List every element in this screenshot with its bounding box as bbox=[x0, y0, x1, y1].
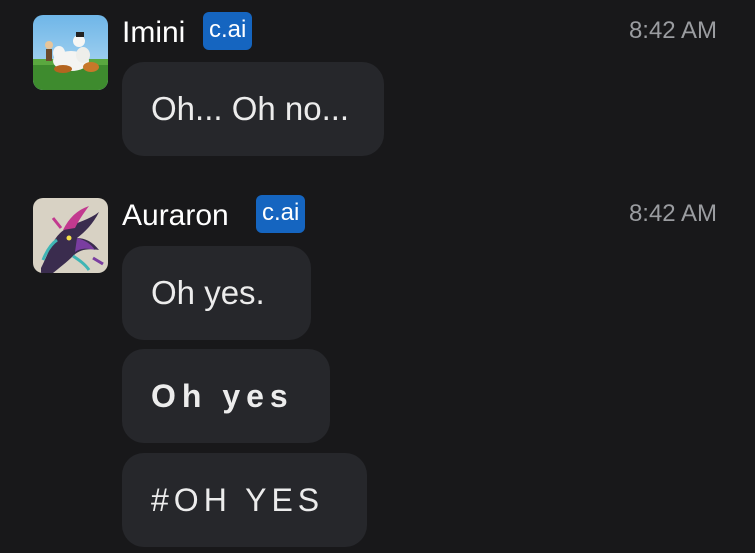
message-bubble[interactable]: #OH YES bbox=[122, 453, 367, 547]
message-text: Oh... Oh no... bbox=[151, 90, 350, 127]
message-text: Oh yes bbox=[151, 378, 294, 414]
auraron-avatar[interactable] bbox=[33, 198, 108, 273]
imini-avatar[interactable] bbox=[33, 15, 108, 90]
message-bubble[interactable]: Oh... Oh no... bbox=[122, 62, 384, 156]
cai-badge: c.ai bbox=[203, 12, 253, 50]
author-name[interactable]: Auraron bbox=[122, 198, 229, 234]
message-bubble[interactable]: Oh yes bbox=[122, 349, 330, 443]
chat-log: Imini c.ai 8:42 AM Oh... Oh no... Auraro… bbox=[0, 0, 755, 553]
cai-badge: c.ai bbox=[256, 195, 306, 233]
imini-avatar-icon bbox=[33, 15, 108, 90]
auraron-dragon-avatar-icon bbox=[33, 198, 108, 273]
message-bubble[interactable]: Oh yes. bbox=[122, 246, 311, 340]
message-timestamp: 8:42 AM bbox=[628, 17, 717, 44]
message-text: #OH YES bbox=[151, 482, 325, 518]
message-text: Oh yes. bbox=[151, 274, 265, 311]
message-timestamp: 8:42 AM bbox=[628, 200, 717, 227]
author-name[interactable]: Imini bbox=[122, 15, 185, 51]
